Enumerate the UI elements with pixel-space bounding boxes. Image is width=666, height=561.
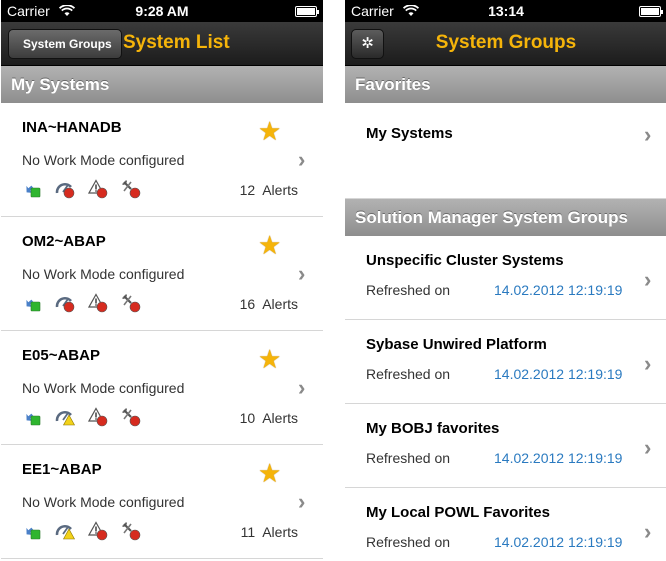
refreshed-label: Refreshed on: [366, 534, 451, 550]
performance-yellow-icon: [55, 521, 76, 541]
exceptions-red-icon: [87, 407, 108, 427]
work-mode-text: No Work Mode configured: [22, 494, 185, 510]
system-name: OM2~ABAP: [22, 233, 106, 250]
group-name: My BOBJ favorites: [366, 420, 500, 437]
configuration-red-icon: [121, 293, 141, 313]
favorite-item-my-systems[interactable]: My Systems ›: [345, 103, 666, 199]
favorite-star-icon[interactable]: ★: [258, 458, 281, 489]
chevron-right-icon: ›: [644, 267, 652, 292]
navigation-bar: System Groups System List: [1, 22, 323, 66]
alerts-summary: 11 Alerts: [241, 524, 298, 540]
refreshed-label: Refreshed on: [366, 282, 451, 298]
alerts-label: Alerts: [262, 410, 298, 426]
alerts-summary: 16 Alerts: [240, 296, 298, 312]
favorite-star-icon[interactable]: ★: [258, 344, 281, 375]
exceptions-red-icon: [87, 179, 108, 199]
status-bar: Carrier 13:14: [345, 0, 666, 22]
chevron-right-icon: ›: [298, 147, 306, 172]
alerts-count: 11: [240, 524, 256, 540]
refreshed-date: 14.02.2012 12:19:19: [494, 282, 623, 298]
system-group-list: Unspecific Cluster Systems Refreshed on 14…: [345, 236, 666, 561]
section-header-system-groups: Solution Manager System Groups: [345, 199, 666, 236]
system-group-row[interactable]: My BOBJ favorites Refreshed on 14.02.2012 …: [345, 404, 666, 488]
favorite-item-label: My Systems: [366, 125, 453, 142]
system-group-row[interactable]: Sybase Unwired Platform Refreshed on 14.02…: [345, 320, 666, 404]
section-header-favorites: Favorites: [345, 66, 666, 103]
system-groups-screen: Carrier 13:14 ✲ System Groups Favorites …: [345, 0, 666, 561]
battery-icon: [295, 6, 319, 17]
navigation-bar: ✲ System Groups: [345, 22, 666, 66]
page-title: System Groups: [435, 32, 577, 53]
system-group-row[interactable]: My Local POWL Favorites Refreshed on 14.02…: [345, 488, 666, 561]
performance-yellow-icon: [55, 407, 76, 427]
system-name: EE1~ABAP: [22, 461, 102, 478]
status-time: 9:28 AM: [135, 3, 189, 19]
availability-up-icon: [22, 179, 42, 199]
alerts-summary: 10 Alerts: [240, 410, 298, 426]
performance-red-icon: [55, 293, 75, 313]
system-row[interactable]: E05~ABAP ★ No Work Mode configured › 10 Alert…: [1, 331, 323, 445]
chevron-right-icon: ›: [644, 122, 652, 147]
status-time: 13:14: [488, 3, 524, 19]
work-mode-text: No Work Mode configured: [22, 266, 185, 282]
system-name: INA~HANADB: [22, 119, 122, 136]
back-button[interactable]: System Groups: [8, 29, 122, 59]
alerts-label: Alerts: [262, 182, 298, 198]
status-bar: Carrier 9:28 AM: [1, 0, 323, 22]
alerts-label: Alerts: [262, 524, 298, 540]
system-list-screen: Carrier 9:28 AM System Groups System Lis…: [1, 0, 323, 561]
chevron-right-icon: ›: [644, 519, 652, 544]
work-mode-text: No Work Mode configured: [22, 152, 185, 168]
page-title: System List: [123, 32, 230, 53]
system-row[interactable]: OM2~ABAP ★ No Work Mode configured › 16 Alert…: [1, 217, 323, 331]
section-header-my-systems: My Systems: [1, 66, 323, 103]
chevron-right-icon: ›: [298, 375, 306, 400]
performance-red-icon: [55, 179, 75, 199]
refreshed-date: 14.02.2012 12:19:19: [494, 366, 623, 382]
refreshed-date: 14.02.2012 12:19:19: [494, 534, 623, 550]
system-row[interactable]: INA~HANADB ★ No Work Mode configured › 12 Ale…: [1, 103, 323, 217]
refreshed-label: Refreshed on: [366, 450, 451, 466]
group-name: Unspecific Cluster Systems: [366, 252, 564, 269]
system-group-row[interactable]: Unspecific Cluster Systems Refreshed on 14…: [345, 236, 666, 320]
alerts-count: 12: [239, 182, 256, 198]
chevron-right-icon: ›: [644, 435, 652, 460]
alerts-count: 10: [239, 410, 256, 426]
availability-up-icon: [22, 407, 42, 427]
availability-up-icon: [22, 521, 42, 541]
group-name: Sybase Unwired Platform: [366, 336, 547, 353]
refreshed-label: Refreshed on: [366, 366, 451, 382]
work-mode-text: No Work Mode configured: [22, 380, 185, 396]
alerts-label: Alerts: [262, 296, 298, 312]
alerts-summary: 12 Alerts: [240, 182, 298, 198]
configuration-red-icon: [121, 521, 141, 541]
system-list: INA~HANADB ★ No Work Mode configured › 12 Ale…: [1, 103, 323, 559]
system-row[interactable]: EE1~ABAP ★ No Work Mode configured › 11 Alert…: [1, 445, 323, 559]
system-name: E05~ABAP: [22, 347, 100, 364]
chevron-right-icon: ›: [298, 261, 306, 286]
refreshed-date: 14.02.2012 12:19:19: [494, 450, 623, 466]
chevron-right-icon: ›: [298, 489, 306, 514]
configuration-red-icon: [121, 407, 141, 427]
exceptions-red-icon: [87, 521, 108, 541]
battery-icon: [639, 6, 663, 17]
configuration-red-icon: [121, 179, 141, 199]
availability-up-icon: [22, 293, 42, 313]
chevron-right-icon: ›: [644, 351, 652, 376]
favorite-star-icon[interactable]: ★: [258, 116, 281, 147]
exceptions-red-icon: [87, 293, 108, 313]
back-button-label: System Groups: [23, 37, 112, 51]
alerts-count: 16: [239, 296, 256, 312]
favorite-star-icon[interactable]: ★: [258, 230, 281, 261]
group-name: My Local POWL Favorites: [366, 504, 550, 521]
